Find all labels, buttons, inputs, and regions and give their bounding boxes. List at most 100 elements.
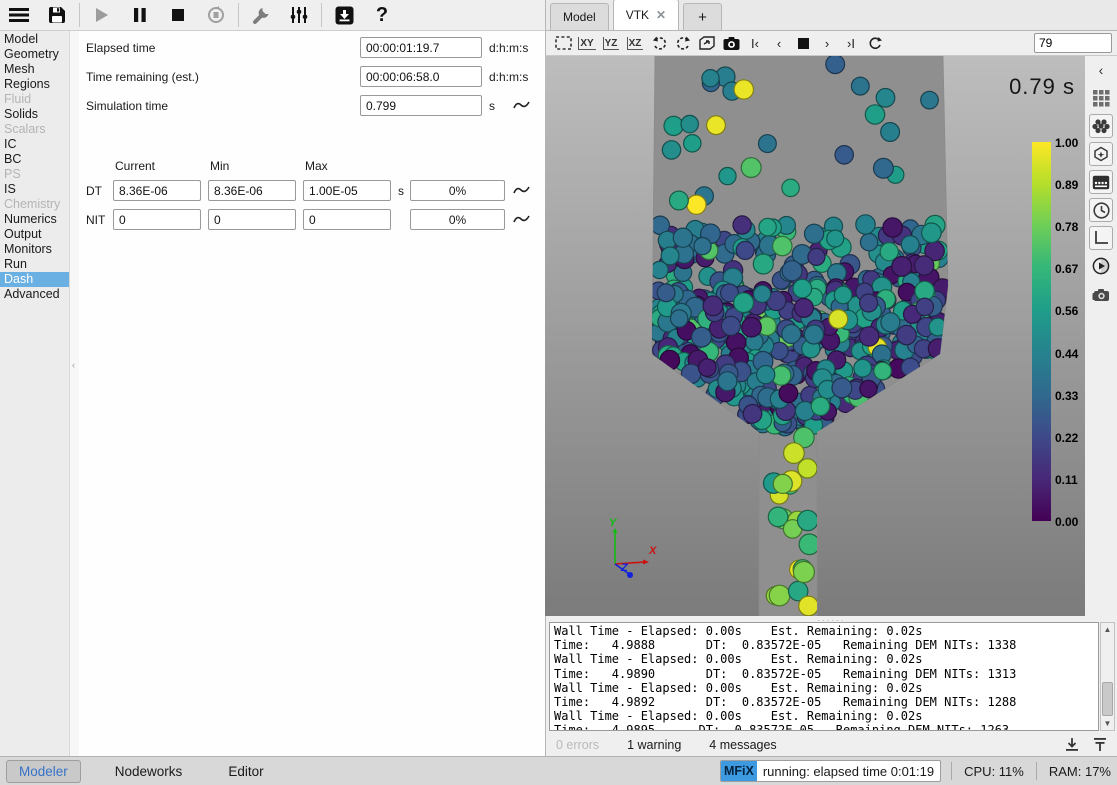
sidebar-item-model[interactable]: Model	[0, 32, 69, 47]
nit-max-input[interactable]	[303, 209, 391, 230]
help-button[interactable]: ?	[363, 0, 401, 30]
dt-min-input[interactable]	[208, 180, 296, 201]
scroll-to-top-icon[interactable]	[1093, 737, 1107, 752]
collapse-panel-button[interactable]: ‹	[1089, 58, 1113, 82]
nit-plot-button[interactable]	[511, 211, 531, 227]
refresh-button[interactable]	[863, 32, 887, 54]
messages-count[interactable]: 4 messages	[709, 738, 776, 752]
scroll-up-arrow[interactable]: ▲	[1101, 623, 1114, 636]
sidebar-item-output[interactable]: Output	[0, 227, 69, 242]
orientation-axes: Y X Z	[593, 516, 663, 584]
vtk-viewport[interactable]: 0.79 s 1.000.890.780.670.560.440.330.220…	[545, 56, 1085, 616]
mesh-grid-button[interactable]	[1089, 86, 1113, 110]
next-frame-button[interactable]: ›	[815, 32, 839, 54]
snapshot-button[interactable]	[719, 32, 743, 54]
menu-button[interactable]	[0, 0, 38, 30]
sim-time-input[interactable]	[360, 95, 482, 116]
colorbar-tick-label: 0.22	[1055, 431, 1078, 445]
play-visibility-button[interactable]	[1089, 254, 1113, 278]
dt-current-input[interactable]	[113, 180, 201, 201]
settings-button[interactable]	[280, 0, 318, 30]
pause-icon	[133, 7, 147, 23]
dt-plot-button[interactable]	[511, 182, 531, 198]
sidebar-item-regions[interactable]: Regions	[0, 77, 69, 92]
warnings-count[interactable]: 1 warning	[627, 738, 681, 752]
viewport-camera-button[interactable]	[1089, 282, 1113, 306]
view-yz-button[interactable]: YZ	[599, 32, 623, 54]
nit-progress-bar: 0%	[410, 209, 505, 230]
terminal-output[interactable]: Wall Time - Elapsed: 0.00s Est. Remainin…	[549, 622, 1099, 731]
new-tab-button[interactable]: +	[683, 3, 722, 30]
mode-modeler-button[interactable]: Modeler	[6, 760, 81, 783]
dt-max-input[interactable]	[303, 180, 391, 201]
stop-icon	[171, 8, 185, 22]
settings-icon	[290, 6, 308, 24]
terminal-line: Time: 4.9890 DT: 0.83572E-05 Remaining D…	[554, 667, 1094, 681]
nit-min-input[interactable]	[208, 209, 296, 230]
run-button[interactable]	[83, 0, 121, 30]
save-button[interactable]	[38, 0, 76, 30]
submit-button[interactable]	[325, 0, 363, 30]
reset-icon	[207, 6, 225, 24]
cells-button[interactable]	[1089, 170, 1113, 194]
sidebar-item-mesh[interactable]: Mesh	[0, 62, 69, 77]
perspective-button[interactable]	[695, 32, 719, 54]
sidebar-item-bc[interactable]: BC	[0, 152, 69, 167]
sidebar-item-solids[interactable]: Solids	[0, 107, 69, 122]
elapsed-time-input[interactable]	[360, 37, 482, 58]
prev-frame-button[interactable]: ‹	[767, 32, 791, 54]
rotate-left-button[interactable]	[647, 32, 671, 54]
sidebar-item-monitors[interactable]: Monitors	[0, 242, 69, 257]
sidebar-item-numerics[interactable]: Numerics	[0, 212, 69, 227]
submit-icon	[335, 6, 354, 25]
view-xy-button[interactable]: XY	[575, 32, 599, 54]
sidebar-item-scalars: Scalars	[0, 122, 69, 137]
splitter-collapse-icon[interactable]: ‹	[72, 360, 75, 370]
scroll-down-arrow[interactable]: ▼	[1101, 717, 1114, 730]
sidebar-item-run[interactable]: Run	[0, 257, 69, 272]
refresh-icon	[868, 36, 882, 51]
nit-row-label: NIT	[86, 213, 105, 227]
first-frame-button[interactable]: I‹	[743, 32, 767, 54]
scrollbar-thumb[interactable]	[1102, 682, 1113, 716]
view-xz-button[interactable]: XZ	[623, 32, 647, 54]
panel-splitter[interactable]	[70, 31, 79, 756]
rotate-right-button[interactable]	[671, 32, 695, 54]
last-frame-button[interactable]: ›I	[839, 32, 863, 54]
reset-button[interactable]	[197, 0, 235, 30]
dt-row-label: DT	[86, 184, 102, 198]
axes-button[interactable]	[1089, 226, 1113, 250]
time-button[interactable]	[1089, 198, 1113, 222]
particles-button[interactable]	[1089, 114, 1113, 138]
terminal-scrollbar[interactable]: ▲ ▼	[1100, 622, 1115, 731]
sim-time-plot-button[interactable]	[511, 97, 531, 113]
sidebar-item-ic[interactable]: IC	[0, 137, 69, 152]
mode-nodeworks-button[interactable]: Nodeworks	[103, 761, 195, 782]
colorbar-tick-label: 0.00	[1055, 515, 1078, 529]
colorbar-ticks: 1.000.890.780.670.560.440.330.220.110.00	[1055, 136, 1085, 515]
frame-number-input[interactable]	[1034, 33, 1112, 53]
tab-vtk[interactable]: VTK ✕	[613, 0, 679, 30]
stop-button[interactable]	[159, 0, 197, 30]
tab-model[interactable]: Model	[550, 3, 609, 30]
stop-playback-button[interactable]	[791, 32, 815, 54]
geometry-button[interactable]	[1089, 142, 1113, 166]
sidebar-item-advanced[interactable]: Advanced	[0, 287, 69, 302]
mode-editor-button[interactable]: Editor	[216, 761, 275, 782]
nit-current-input[interactable]	[113, 209, 201, 230]
cells-icon	[1092, 175, 1110, 190]
sidebar-item-is[interactable]: IS	[0, 182, 69, 197]
scroll-to-bottom-icon[interactable]	[1065, 737, 1079, 752]
terminal-line: Wall Time - Elapsed: 0.00s Est. Remainin…	[554, 709, 1094, 723]
geometry-icon	[1093, 146, 1109, 162]
sidebar-item-dash[interactable]: Dash	[0, 272, 69, 287]
remaining-time-input[interactable]	[360, 66, 482, 87]
build-button[interactable]	[242, 0, 280, 30]
sidebar-item-geometry[interactable]: Geometry	[0, 47, 69, 62]
fit-view-button[interactable]	[551, 32, 575, 54]
message-status-bar: 0 errors 1 warning 4 messages	[545, 733, 1117, 756]
next-frame-icon: ›	[825, 36, 829, 51]
close-tab-icon[interactable]: ✕	[656, 8, 666, 22]
errors-count[interactable]: 0 errors	[556, 738, 599, 752]
pause-button[interactable]	[121, 0, 159, 30]
